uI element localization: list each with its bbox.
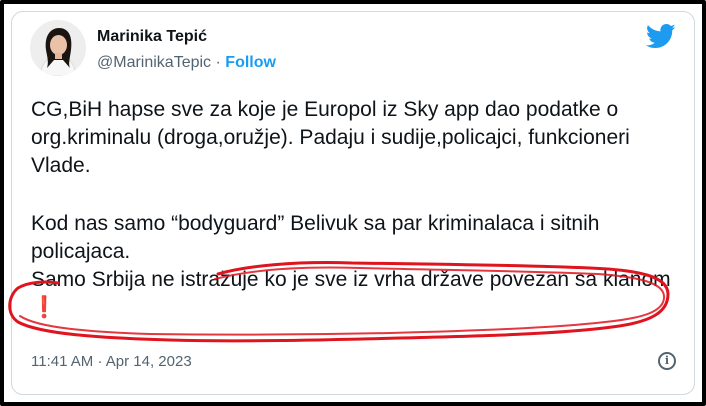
separator-dot: · xyxy=(215,54,221,71)
tweet-timestamp[interactable]: 11:41 AM · Apr 14, 2023 xyxy=(31,353,192,370)
tweet-paragraph-3: Samo Srbija ne istražuje ko je sve iz vr… xyxy=(31,266,671,322)
author-handle[interactable]: @MarinikaTepic xyxy=(97,54,211,71)
exclamation-emoji: ❗ xyxy=(31,296,58,319)
twitter-bird-icon[interactable] xyxy=(646,24,676,49)
timestamp-separator: · xyxy=(97,353,103,370)
avatar-portrait xyxy=(30,20,86,76)
handle-line: @MarinikaTepic · Follow xyxy=(97,53,276,73)
tweet-text: CG,BiH hapse sve za koje je Europol iz S… xyxy=(31,96,671,322)
author-block: Marinika Tepić @MarinikaTepic · Follow xyxy=(97,27,276,73)
info-icon[interactable]: i xyxy=(658,352,676,370)
avatar[interactable] xyxy=(30,20,86,76)
author-name[interactable]: Marinika Tepić xyxy=(97,27,276,47)
tweet-paragraph-2: Kod nas samo “bodyguard” Belivuk sa par … xyxy=(31,212,600,263)
date-text: Apr 14, 2023 xyxy=(105,353,192,370)
time-text: 11:41 AM xyxy=(31,353,94,370)
tweet-paragraph-3-text: Samo Srbija ne istražuje ko je sve iz vr… xyxy=(31,268,671,291)
follow-button[interactable]: Follow xyxy=(225,54,276,71)
tweet-paragraph-1: CG,BiH hapse sve za koje je Europol iz S… xyxy=(31,98,630,177)
